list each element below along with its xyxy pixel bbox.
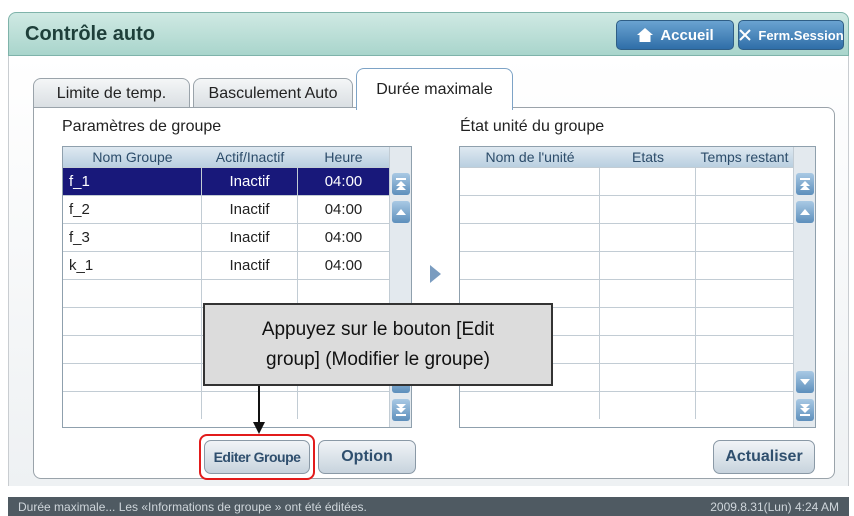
home-icon bbox=[636, 27, 654, 43]
table-row[interactable]: f_1 Inactif 04:00 bbox=[63, 167, 389, 195]
scroll-bottom-icon[interactable] bbox=[796, 399, 814, 421]
table-row[interactable] bbox=[460, 251, 793, 279]
table-row[interactable]: f_2 Inactif 04:00 bbox=[63, 195, 389, 223]
status-bar: Durée maximale... Les «Informations de g… bbox=[8, 497, 849, 516]
callout-line-2: group] (Modifier le groupe) bbox=[266, 349, 490, 370]
table-row[interactable] bbox=[460, 195, 793, 223]
table-row[interactable] bbox=[460, 391, 793, 419]
scroll-top-icon[interactable] bbox=[796, 173, 814, 195]
table-header: Nom Groupe Actif/Inactif Heure bbox=[63, 147, 389, 167]
tab-temp-limit[interactable]: Limite de temp. bbox=[33, 78, 190, 108]
col-remaining-time: Temps restant bbox=[700, 149, 789, 165]
scroll-down-icon[interactable] bbox=[796, 371, 814, 393]
tab-auto-switch[interactable]: Basculement Auto bbox=[193, 78, 353, 108]
logout-label: Ferm.Session bbox=[758, 27, 844, 43]
table-row[interactable]: f_3 Inactif 04:00 bbox=[63, 223, 389, 251]
group-params-title: Paramètres de groupe bbox=[62, 118, 222, 135]
col-time: Heure bbox=[324, 149, 363, 165]
home-button[interactable]: Accueil bbox=[616, 20, 734, 50]
scroll-bottom-icon[interactable] bbox=[392, 399, 410, 421]
highlight-box bbox=[199, 434, 315, 480]
refresh-button[interactable]: Actualiser bbox=[713, 440, 815, 474]
table-header: Nom de l'unité Etats Temps restant bbox=[460, 147, 793, 167]
status-datetime: 2009.8.31(Lun) 4:24 AM bbox=[710, 499, 839, 514]
table-row[interactable] bbox=[63, 391, 389, 419]
callout-pointer bbox=[258, 386, 260, 426]
col-unit-name: Nom de l'unité bbox=[485, 149, 575, 165]
col-state: Actif/Inactif bbox=[215, 149, 285, 165]
screen: Contrôle auto Accueil Ferm.Session Limit… bbox=[0, 0, 854, 516]
scroll-up-icon[interactable] bbox=[392, 201, 410, 223]
unit-state-title: État unité du groupe bbox=[460, 118, 605, 135]
table-row[interactable]: k_1 Inactif 04:00 bbox=[63, 251, 389, 279]
logout-button[interactable]: Ferm.Session bbox=[738, 20, 844, 50]
tab-max-duration[interactable]: Durée maximale bbox=[356, 68, 513, 110]
home-label: Accueil bbox=[660, 26, 714, 44]
option-button[interactable]: Option bbox=[318, 440, 416, 474]
close-icon bbox=[738, 28, 752, 42]
table-row[interactable] bbox=[460, 167, 793, 195]
arrow-down-icon bbox=[253, 422, 265, 434]
col-unit-state: Etats bbox=[632, 149, 664, 165]
table-row[interactable] bbox=[460, 223, 793, 251]
top-edge bbox=[0, 0, 854, 6]
col-group-name: Nom Groupe bbox=[92, 149, 173, 165]
scrollbar[interactable] bbox=[793, 147, 815, 427]
instruction-callout: Appuyez sur le bouton [Edit group] (Modi… bbox=[203, 303, 553, 386]
callout-line-1: Appuyez sur le bouton [Edit bbox=[261, 319, 495, 340]
status-message: Durée maximale... Les «Informations de g… bbox=[18, 499, 367, 514]
scroll-up-icon[interactable] bbox=[796, 201, 814, 223]
scroll-top-icon[interactable] bbox=[392, 173, 410, 195]
transfer-arrow-icon bbox=[430, 265, 441, 283]
page-title: Contrôle auto bbox=[25, 23, 155, 45]
title-bar: Contrôle auto Accueil Ferm.Session bbox=[8, 12, 849, 56]
